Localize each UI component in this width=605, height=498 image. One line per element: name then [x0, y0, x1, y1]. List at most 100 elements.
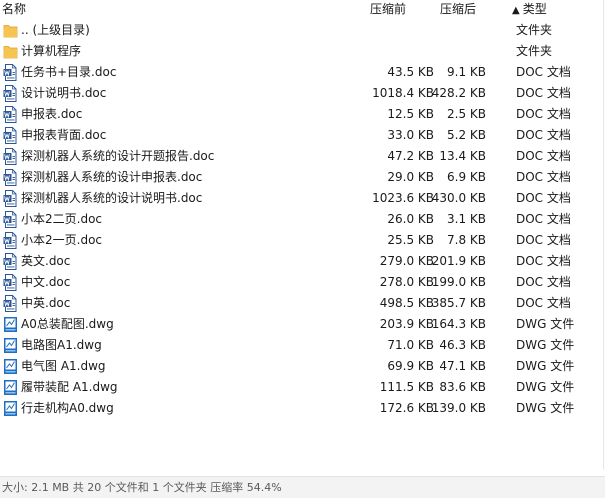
file-compressed-size: 5.2 KB [447, 128, 486, 142]
file-name: 任务书+目录.doc [21, 65, 117, 79]
file-row[interactable]: 申报表背面.doc 33.0 KB 5.2 KB DOC 文档 [0, 125, 605, 146]
sort-ascending-icon: ▲ [512, 5, 520, 16]
file-original-size: 26.0 KB [387, 212, 434, 226]
word-doc-icon [3, 169, 18, 186]
file-compressed-size: 139.0 KB [431, 401, 486, 415]
file-original-size: 25.5 KB [387, 233, 434, 247]
file-row[interactable]: 电路图A1.dwg 71.0 KB 46.3 KB DWG 文件 [0, 335, 605, 356]
dwg-file-icon [3, 316, 18, 333]
file-row[interactable]: 探测机器人系统的设计开题报告.doc 47.2 KB 13.4 KB DOC 文档 [0, 146, 605, 167]
file-original-size: 278.0 KB [379, 275, 434, 289]
word-doc-icon [3, 64, 18, 81]
word-doc-icon [3, 274, 18, 291]
file-compressed-size: 428.2 KB [431, 86, 486, 100]
file-original-size: 172.6 KB [379, 401, 434, 415]
file-row[interactable]: 履带装配 A1.dwg 111.5 KB 83.6 KB DWG 文件 [0, 377, 605, 398]
word-doc-icon [3, 232, 18, 249]
file-row[interactable]: 小本2一页.doc 25.5 KB 7.8 KB DOC 文档 [0, 230, 605, 251]
archive-file-list-window: 名称 压缩前 压缩后 ▲ 类型 .. (上级目录) 文件夹 计算机程序 文件夹 任务书+目… [0, 0, 605, 498]
file-type: DOC 文档 [516, 212, 571, 226]
file-type: DOC 文档 [516, 107, 571, 121]
file-name: 设计说明书.doc [21, 86, 107, 100]
word-doc-icon [3, 85, 18, 102]
file-original-size: 43.5 KB [387, 65, 434, 79]
file-name: 申报表背面.doc [21, 128, 107, 142]
file-type: DOC 文档 [516, 191, 571, 205]
file-type: DWG 文件 [516, 317, 575, 331]
file-name: 电气图 A1.dwg [21, 359, 106, 373]
file-row[interactable]: 行走机构A0.dwg 172.6 KB 139.0 KB DWG 文件 [0, 398, 605, 419]
word-doc-icon [3, 106, 18, 123]
file-type: DWG 文件 [516, 359, 575, 373]
file-compressed-size: 13.4 KB [439, 149, 486, 163]
file-name: 履带装配 A1.dwg [21, 380, 118, 394]
column-header-type[interactable]: ▲ 类型 [512, 1, 547, 17]
file-type: DOC 文档 [516, 170, 571, 184]
file-original-size: 279.0 KB [379, 254, 434, 268]
file-original-size: 498.5 KB [379, 296, 434, 310]
column-header-bar: 名称 压缩前 压缩后 ▲ 类型 [0, 0, 605, 18]
file-row[interactable]: 中文.doc 278.0 KB 199.0 KB DOC 文档 [0, 272, 605, 293]
file-compressed-size: 6.9 KB [447, 170, 486, 184]
file-type: DWG 文件 [516, 380, 575, 394]
file-name: .. (上级目录) [21, 23, 90, 37]
file-compressed-size: 3.1 KB [447, 212, 486, 226]
column-header-original-size[interactable]: 压缩前 [370, 1, 406, 17]
file-name: 探测机器人系统的设计申报表.doc [21, 170, 203, 184]
file-row[interactable]: 探测机器人系统的设计说明书.doc 1023.6 KB 430.0 KB DOC 文档 [0, 188, 605, 209]
word-doc-icon [3, 295, 18, 312]
file-type: DOC 文档 [516, 128, 571, 142]
file-original-size: 111.5 KB [379, 380, 434, 394]
file-name: 中英.doc [21, 296, 71, 310]
column-header-type-label: 类型 [522, 2, 547, 16]
status-summary: 大小: 2.1 MB 共 20 个文件和 1 个文件夹 压缩率 54.4% [2, 481, 282, 494]
file-row[interactable]: 小本2二页.doc 26.0 KB 3.1 KB DOC 文档 [0, 209, 605, 230]
dwg-file-icon [3, 337, 18, 354]
file-name: 申报表.doc [21, 107, 83, 121]
dwg-file-icon [3, 400, 18, 417]
file-compressed-size: 2.5 KB [447, 107, 486, 121]
file-name: 探测机器人系统的设计说明书.doc [21, 191, 203, 205]
file-original-size: 12.5 KB [387, 107, 434, 121]
column-header-name[interactable]: 名称 [2, 1, 26, 17]
word-doc-icon [3, 211, 18, 228]
folder-icon [3, 43, 18, 60]
file-row[interactable]: 计算机程序 文件夹 [0, 41, 605, 62]
file-name: 计算机程序 [21, 44, 82, 58]
file-compressed-size: 164.3 KB [431, 317, 486, 331]
file-name: 探测机器人系统的设计开题报告.doc [21, 149, 215, 163]
file-name: 中文.doc [21, 275, 71, 289]
file-name: 小本2一页.doc [21, 233, 103, 247]
file-type: DOC 文档 [516, 296, 571, 310]
dwg-file-icon [3, 358, 18, 375]
file-compressed-size: 199.0 KB [431, 275, 486, 289]
word-doc-icon [3, 148, 18, 165]
file-row[interactable]: 探测机器人系统的设计申报表.doc 29.0 KB 6.9 KB DOC 文档 [0, 167, 605, 188]
word-doc-icon [3, 253, 18, 270]
status-bar: 大小: 2.1 MB 共 20 个文件和 1 个文件夹 压缩率 54.4% [0, 476, 605, 498]
file-type: DWG 文件 [516, 401, 575, 415]
file-type: DOC 文档 [516, 86, 571, 100]
column-header-compressed-size[interactable]: 压缩后 [440, 1, 476, 17]
file-row[interactable]: 英文.doc 279.0 KB 201.9 KB DOC 文档 [0, 251, 605, 272]
file-original-size: 203.9 KB [379, 317, 434, 331]
file-list: .. (上级目录) 文件夹 计算机程序 文件夹 任务书+目录.doc 43.5 KB 9.1… [0, 20, 605, 419]
file-original-size: 29.0 KB [387, 170, 434, 184]
file-row[interactable]: A0总装配图.dwg 203.9 KB 164.3 KB DWG 文件 [0, 314, 605, 335]
file-compressed-size: 385.7 KB [431, 296, 486, 310]
file-type: DOC 文档 [516, 149, 571, 163]
file-name: 电路图A1.dwg [21, 338, 102, 352]
file-type: DOC 文档 [516, 65, 571, 79]
file-compressed-size: 201.9 KB [431, 254, 486, 268]
file-row[interactable]: 设计说明书.doc 1018.4 KB 428.2 KB DOC 文档 [0, 83, 605, 104]
file-row[interactable]: 中英.doc 498.5 KB 385.7 KB DOC 文档 [0, 293, 605, 314]
file-original-size: 69.9 KB [387, 359, 434, 373]
file-row[interactable]: 电气图 A1.dwg 69.9 KB 47.1 KB DWG 文件 [0, 356, 605, 377]
file-name: 小本2二页.doc [21, 212, 103, 226]
file-type: 文件夹 [516, 23, 553, 37]
file-row[interactable]: 任务书+目录.doc 43.5 KB 9.1 KB DOC 文档 [0, 62, 605, 83]
file-row[interactable]: .. (上级目录) 文件夹 [0, 20, 605, 41]
file-original-size: 71.0 KB [387, 338, 434, 352]
file-row[interactable]: 申报表.doc 12.5 KB 2.5 KB DOC 文档 [0, 104, 605, 125]
file-compressed-size: 83.6 KB [439, 380, 486, 394]
